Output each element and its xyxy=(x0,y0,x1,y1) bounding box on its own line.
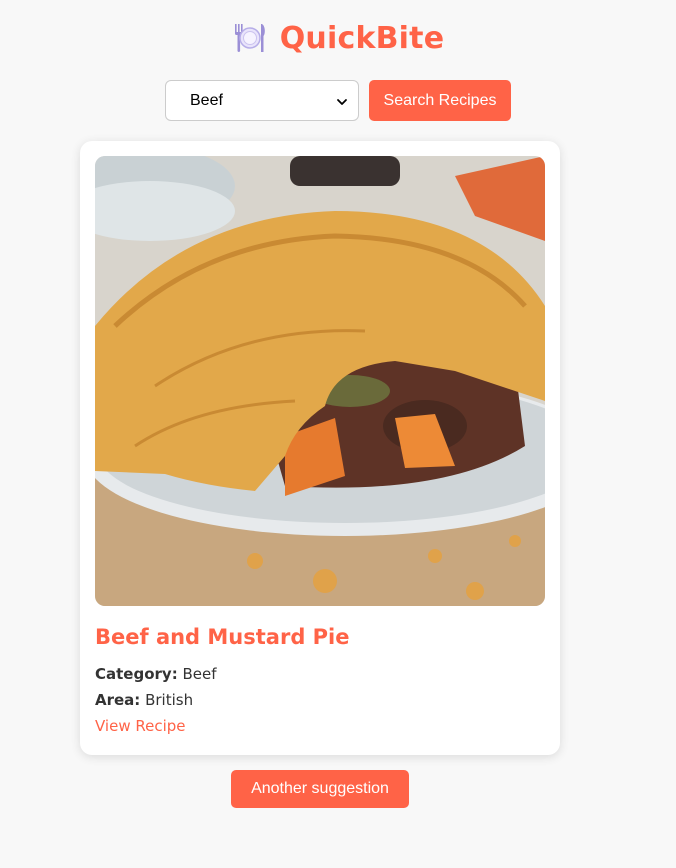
view-recipe-link[interactable]: View Recipe xyxy=(95,717,186,735)
recipe-title: Beef and Mustard Pie xyxy=(95,625,350,649)
recipe-category: Category: Beef xyxy=(95,665,217,683)
category-value: Beef xyxy=(182,665,217,683)
recipe-image xyxy=(95,156,545,606)
recipe-area: Area: British xyxy=(95,691,193,709)
category-select-value: Beef xyxy=(190,91,223,109)
app-title: QuickBite xyxy=(279,20,445,56)
area-value: British xyxy=(145,691,194,709)
another-suggestion-button[interactable]: Another suggestion xyxy=(231,770,409,808)
category-label: Category: xyxy=(95,665,178,683)
search-bar: Beef Search Recipes xyxy=(0,80,676,121)
recipe-card: Beef and Mustard Pie Category: Beef Area… xyxy=(80,141,560,755)
plate-cutlery-icon xyxy=(232,20,268,56)
search-recipes-button[interactable]: Search Recipes xyxy=(369,80,511,121)
category-select[interactable]: Beef xyxy=(165,80,359,121)
app-header: QuickBite xyxy=(0,20,676,56)
area-label: Area: xyxy=(95,691,141,709)
chevron-down-icon xyxy=(336,95,348,107)
